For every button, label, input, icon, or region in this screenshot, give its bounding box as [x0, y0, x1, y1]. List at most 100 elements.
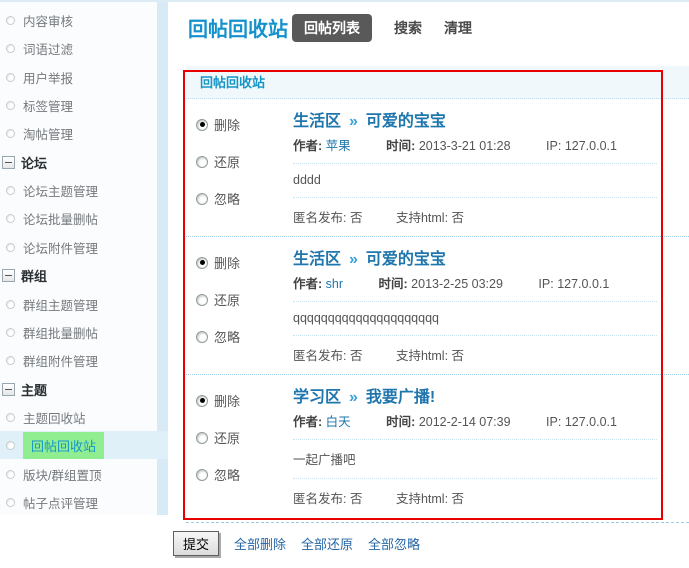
sidebar-item-board-group-pin[interactable]: 版块/群组置顶 — [0, 460, 157, 488]
sidebar-item-group-topic-management[interactable]: 群组主题管理 — [0, 290, 157, 318]
radio-delete[interactable]: 删除 — [196, 253, 293, 272]
collapse-minus-icon[interactable] — [2, 383, 15, 396]
bullet-icon — [6, 16, 15, 25]
entry-title-row: 生活区 » 可爱的宝宝 — [293, 107, 657, 131]
sidebar-item-reply-recycle-bin[interactable]: 回帖回收站 — [0, 431, 168, 459]
collapse-minus-icon[interactable] — [2, 269, 15, 282]
sidebar-item-forum-topic-management[interactable]: 论坛主题管理 — [0, 176, 157, 204]
entry-meta-row: 作者: shr 时间: 2013-2-25 03:29 IP: 127.0.0.… — [293, 269, 657, 302]
forum-link[interactable]: 生活区 — [293, 113, 341, 130]
radio-icon[interactable] — [196, 294, 208, 306]
radio-delete[interactable]: 删除 — [196, 391, 293, 410]
radio-delete[interactable]: 删除 — [196, 115, 293, 134]
post-time: 2012-2-14 07:39 — [419, 415, 511, 429]
anonymous-value: 否 — [350, 492, 363, 506]
delete-all-link[interactable]: 全部删除 — [234, 534, 286, 553]
radio-icon[interactable] — [196, 331, 208, 343]
bullet-icon — [6, 214, 15, 223]
sidebar-item-topic-recycle-bin[interactable]: 主题回收站 — [0, 403, 157, 431]
sidebar-item-group-attachment-management[interactable]: 群组附件管理 — [0, 346, 157, 374]
radio-restore[interactable]: 还原 — [196, 428, 293, 447]
reply-entry: 删除 还原 忽略 学习区»我要广播! 作者: 白天 时间: 2012-2-14 … — [186, 375, 689, 517]
sidebar-item-group-batch-delete[interactable]: 群组批量删帖 — [0, 318, 157, 346]
sidebar-section-topic[interactable]: 主题 — [0, 375, 157, 403]
entry-title-row: 生活区 » 可爱的宝宝 — [293, 245, 657, 269]
entry-content: 一起广播吧 — [293, 440, 657, 479]
sidebar-item-user-reports[interactable]: 用户举报 — [0, 63, 157, 91]
sidebar-item-post-comment-management[interactable]: 帖子点评管理 — [0, 488, 157, 516]
forum-link[interactable]: 学习区 — [293, 389, 341, 406]
radio-ignore[interactable]: 忽略 — [196, 327, 293, 346]
reply-entry: 删除 还原 忽略 生活区 » 可爱的宝宝 作者: shr 时间: 2013-2-25… — [186, 237, 689, 375]
author-link[interactable]: 白天 — [326, 415, 351, 429]
post-ip: 127.0.0.1 — [565, 415, 617, 429]
bullet-icon — [6, 441, 15, 450]
panel-title: 回帖回收站 — [186, 66, 689, 99]
forum-link[interactable]: 生活区 — [293, 251, 341, 268]
radio-icon[interactable] — [196, 156, 208, 168]
radio-ignore[interactable]: 忽略 — [196, 465, 293, 484]
author-link[interactable]: shr — [326, 277, 343, 291]
radio-restore[interactable]: 还原 — [196, 290, 293, 309]
entry-flags-row: 匿名发布: 否 支持html: 否 — [293, 479, 657, 507]
post-ip: 127.0.0.1 — [565, 139, 617, 153]
reply-entry: 删除 还原 忽略 生活区 » 可爱的宝宝 作者: 苹果 时间: 2013-3-21 … — [186, 99, 689, 237]
html-value: 否 — [452, 349, 465, 363]
page-title: 回帖回收站 — [188, 13, 288, 42]
restore-all-link[interactable]: 全部还原 — [301, 534, 353, 553]
entry-body: 生活区 » 可爱的宝宝 作者: 苹果 时间: 2013-3-21 01:28 IP:… — [293, 107, 689, 226]
collapse-minus-icon[interactable] — [2, 156, 15, 169]
tab-search[interactable]: 搜索 — [394, 18, 422, 38]
radio-icon[interactable] — [196, 395, 208, 407]
entry-meta-row: 作者: 苹果 时间: 2013-3-21 01:28 IP: 127.0.0.1 — [293, 131, 657, 164]
radio-icon[interactable] — [196, 193, 208, 205]
entry-flags-row: 匿名发布: 否 支持html: 否 — [293, 336, 657, 364]
html-value: 否 — [452, 211, 465, 225]
thread-link[interactable]: 我要广播! — [366, 389, 435, 406]
post-ip: 127.0.0.1 — [557, 277, 609, 291]
entry-flags-row: 匿名发布: 否 支持html: 否 — [293, 198, 657, 226]
sidebar: 内容审核 词语过滤 用户举报 标签管理 淘帖管理 论坛 论坛主题管理 论坛批量删… — [0, 2, 157, 515]
action-radio-group: 删除 还原 忽略 — [186, 383, 293, 507]
tab-cleanup[interactable]: 清理 — [444, 18, 472, 38]
bullet-icon — [6, 470, 15, 479]
admin-panel: 内容审核 词语过滤 用户举报 标签管理 淘帖管理 论坛 论坛主题管理 论坛批量删… — [0, 0, 689, 568]
author-link[interactable]: 苹果 — [326, 139, 351, 153]
sidebar-section-group[interactable]: 群组 — [0, 261, 157, 289]
sidebar-item-taotie-management[interactable]: 淘帖管理 — [0, 119, 157, 147]
entry-content: qqqqqqqqqqqqqqqqqqqqq — [293, 302, 657, 336]
tab-reply-list[interactable]: 回帖列表 — [292, 14, 372, 42]
sidebar-item-content-review[interactable]: 内容审核 — [0, 6, 157, 34]
bullet-icon — [6, 498, 15, 507]
bullet-icon — [6, 101, 15, 110]
reply-recycle-panel: 回帖回收站 删除 还原 忽略 生活区 » 可爱的宝宝 作者: 苹果 时间: 2013… — [186, 66, 689, 523]
thread-link[interactable]: 可爱的宝宝 — [366, 113, 446, 130]
thread-link[interactable]: 可爱的宝宝 — [366, 251, 446, 268]
submit-button[interactable]: 提交 — [173, 531, 219, 556]
radio-restore[interactable]: 还原 — [196, 152, 293, 171]
bullet-icon — [6, 73, 15, 82]
breadcrumb-arrow-icon: » — [349, 113, 358, 130]
radio-icon[interactable] — [196, 119, 208, 131]
sidebar-item-forum-attachment-management[interactable]: 论坛附件管理 — [0, 233, 157, 261]
radio-icon[interactable] — [196, 469, 208, 481]
sidebar-item-tag-management[interactable]: 标签管理 — [0, 91, 157, 119]
entry-title-row: 学习区 » 我要广播! — [293, 383, 657, 407]
radio-icon[interactable] — [196, 432, 208, 444]
sidebar-item-forum-batch-delete[interactable]: 论坛批量删帖 — [0, 204, 157, 232]
anonymous-value: 否 — [350, 349, 363, 363]
post-time: 2013-2-25 03:29 — [411, 277, 503, 291]
ignore-all-link[interactable]: 全部忽略 — [368, 534, 420, 553]
entry-body: 生活区 » 可爱的宝宝 作者: shr 时间: 2013-2-25 03:29 IP… — [293, 245, 689, 364]
sidebar-item-word-filter[interactable]: 词语过滤 — [0, 34, 157, 62]
bullet-icon — [6, 243, 15, 252]
breadcrumb-arrow-icon: » — [349, 251, 358, 268]
anonymous-value: 否 — [350, 211, 363, 225]
action-radio-group: 删除 还原 忽略 — [186, 107, 293, 226]
footer-actions: 提交 全部删除 全部还原 全部忽略 — [173, 531, 420, 556]
breadcrumb-arrow-icon: » — [349, 389, 358, 406]
radio-icon[interactable] — [196, 257, 208, 269]
sidebar-section-forum[interactable]: 论坛 — [0, 148, 157, 176]
radio-ignore[interactable]: 忽略 — [196, 189, 293, 208]
action-radio-group: 删除 还原 忽略 — [186, 245, 293, 364]
